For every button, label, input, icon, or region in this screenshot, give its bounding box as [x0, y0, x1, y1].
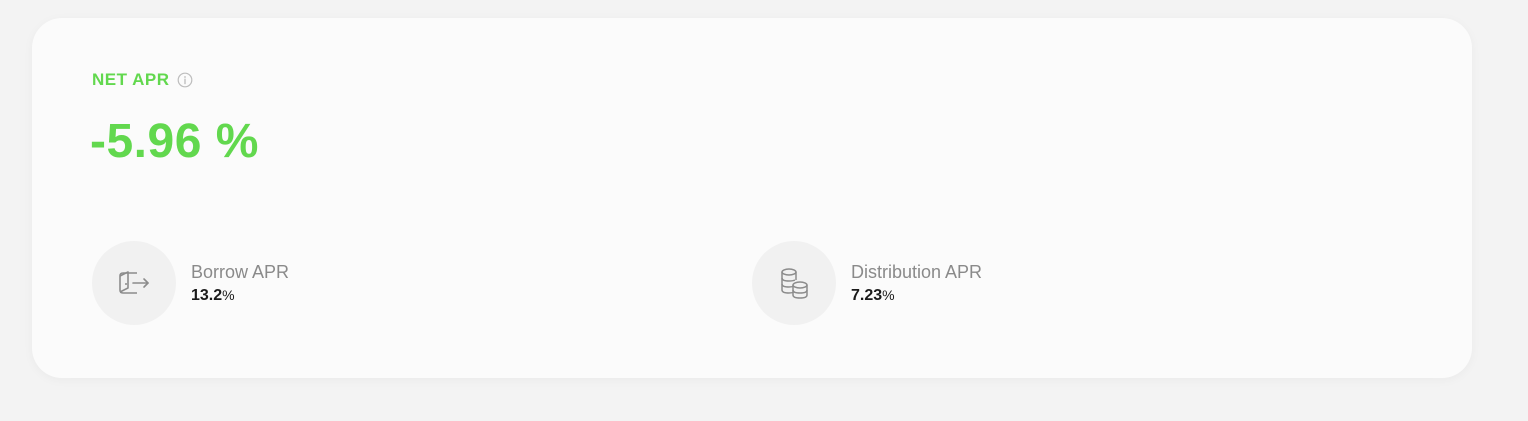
distribution-apr-unit: % — [882, 286, 895, 303]
net-apr-card: NET APR -5.96 % Borrow APR 13.2% Distrib… — [32, 18, 1472, 378]
info-icon[interactable] — [177, 72, 193, 88]
net-apr-header: NET APR — [92, 70, 193, 90]
distribution-apr-number: 7.23 — [851, 286, 883, 304]
net-apr-label: NET APR — [92, 70, 170, 89]
coins-stack-icon — [752, 241, 836, 325]
distribution-apr-value: 7.23% — [851, 287, 982, 305]
net-apr-value: -5.96 % — [90, 115, 259, 168]
borrow-apr-value: 13.2% — [191, 287, 289, 305]
borrow-exit-icon — [92, 241, 176, 325]
borrow-apr-number: 13.2 — [191, 286, 223, 304]
borrow-apr-unit: % — [222, 286, 235, 303]
distribution-apr-stat: Distribution APR 7.23% — [752, 241, 982, 325]
borrow-apr-stat: Borrow APR 13.2% — [92, 241, 289, 325]
distribution-apr-label: Distribution APR — [851, 261, 983, 282]
borrow-apr-label: Borrow APR — [191, 261, 290, 282]
